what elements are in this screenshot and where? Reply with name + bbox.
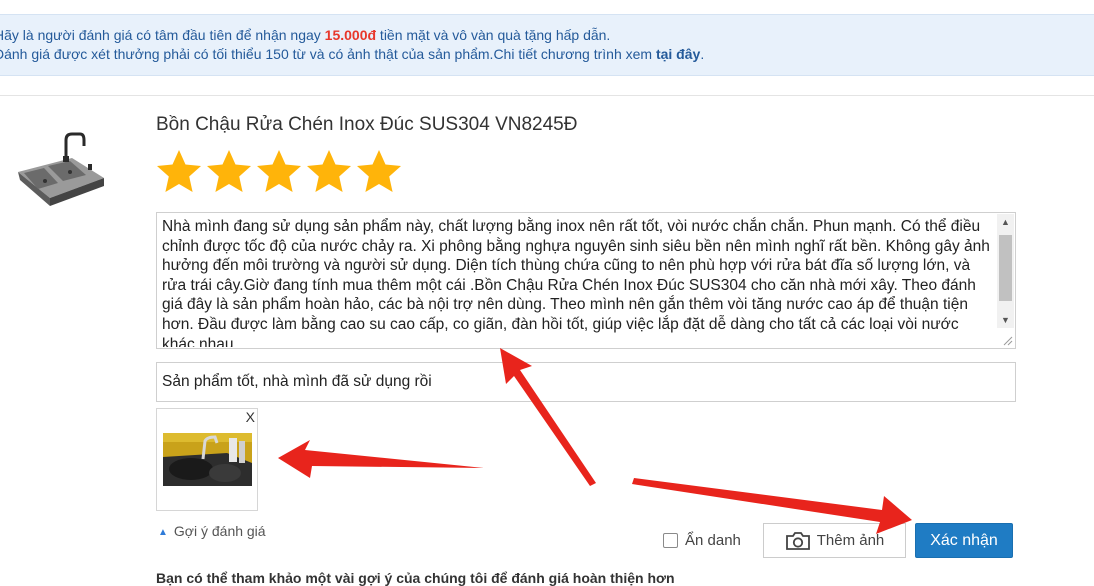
reward-banner: Hãy là người đánh giá có tâm đầu tiên để…: [0, 14, 1094, 76]
suggestions-hint: Bạn có thể tham khảo một vài gợi ý của c…: [156, 570, 675, 586]
review-title-input[interactable]: Sản phẩm tốt, nhà mình đã sử dụng rồi: [156, 362, 1016, 402]
review-scrollbar[interactable]: ▲ ▼: [997, 214, 1014, 328]
scroll-down-icon[interactable]: ▼: [997, 312, 1014, 328]
program-details-link[interactable]: tại đây: [656, 46, 700, 62]
scrollbar-thumb[interactable]: [999, 235, 1012, 301]
resize-grip-icon[interactable]: [1001, 334, 1013, 346]
uploaded-photo: X: [156, 408, 258, 511]
product-title: Bồn Chậu Rửa Chén Inox Đúc SUS304 VN8245…: [156, 114, 578, 135]
camera-icon: [785, 531, 810, 550]
sink-photo: [163, 433, 252, 486]
review-textarea[interactable]: Nhà mình đang sử dụng sản phẩm này, chất…: [156, 212, 1016, 349]
banner-line-1: Hãy là người đánh giá có tâm đầu tiên để…: [0, 27, 611, 43]
remove-photo-button[interactable]: X: [246, 409, 255, 425]
arrow-to-photo: [278, 440, 484, 478]
review-content[interactable]: Nhà mình đang sử dụng sản phẩm này, chất…: [162, 217, 990, 347]
star-icon[interactable]: [355, 148, 403, 196]
star-icon[interactable]: [255, 148, 303, 196]
star-icon[interactable]: [205, 148, 253, 196]
star-icon[interactable]: [305, 148, 353, 196]
add-photo-button[interactable]: Thêm ảnh: [763, 523, 906, 558]
banner-line-2: Đánh giá được xét thưởng phải có tối thi…: [0, 46, 705, 62]
reward-amount: 15.000đ: [324, 27, 377, 43]
product-thumbnail: [18, 132, 104, 206]
anonymous-label: Ẩn danh: [685, 532, 741, 549]
caret-up-icon: ▲: [158, 527, 168, 538]
divider: [0, 95, 1094, 96]
confirm-button[interactable]: Xác nhận: [915, 523, 1013, 558]
review-suggestions-toggle[interactable]: ▲ Gợi ý đánh giá: [158, 523, 266, 539]
anonymous-checkbox[interactable]: [663, 533, 678, 548]
star-icon[interactable]: [155, 148, 203, 196]
scroll-up-icon[interactable]: ▲: [997, 214, 1014, 230]
anonymous-option[interactable]: Ẩn danh: [663, 532, 741, 549]
star-rating[interactable]: [155, 148, 403, 196]
